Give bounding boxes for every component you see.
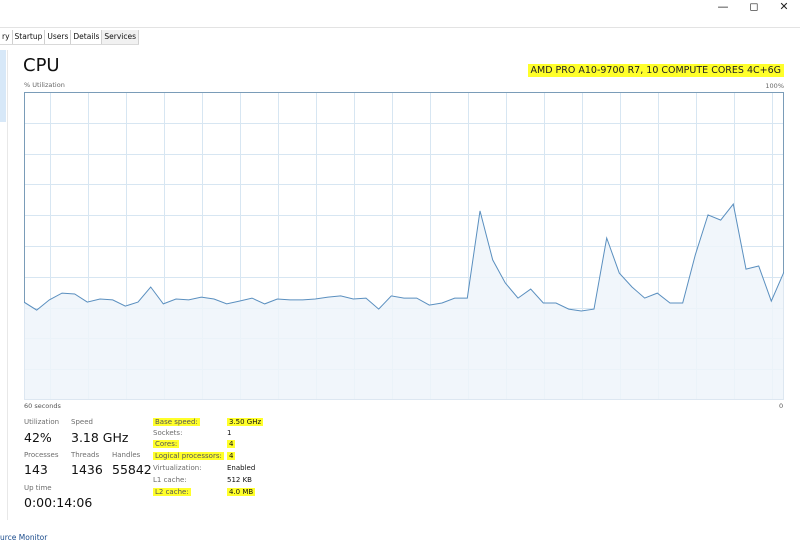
threads-value: 1436: [71, 462, 103, 477]
y-axis-max-label: 100%: [765, 82, 784, 90]
spec-value: 3.50 GHz: [227, 418, 264, 426]
processes-label: Processes: [24, 451, 59, 459]
spec-label: L2 cache:: [153, 488, 191, 496]
spec-value: 512 KB: [227, 476, 252, 484]
utilization-label: Utilization: [24, 418, 60, 426]
spec-value: Enabled: [227, 464, 256, 472]
handles-label: Handles: [112, 451, 141, 459]
spec-label: L1 cache:: [153, 476, 187, 484]
uptime-label: Up time: [24, 484, 52, 492]
speed-value: 3.18 GHz: [71, 430, 129, 445]
y-axis-label: % Utilization: [24, 81, 65, 89]
spec-value: 4: [227, 452, 236, 460]
sidebar-item-cpu-selected[interactable]: [0, 50, 6, 122]
processes-value: 143: [24, 462, 48, 477]
tab-startup[interactable]: Startup: [12, 30, 46, 44]
speed-label: Speed: [71, 418, 93, 426]
maximize-button[interactable]: ◻: [739, 0, 769, 18]
x-axis-label: 60 seconds: [24, 402, 61, 410]
spec-value: 1: [227, 429, 232, 437]
spec-value: 4: [227, 440, 236, 448]
cpu-utilization-chart: [24, 92, 784, 400]
title-bar: — ◻ ✕: [0, 0, 800, 28]
uptime-value: 0:00:14:06: [24, 495, 93, 510]
spec-label: Sockets:: [153, 429, 183, 437]
tab-strip: ry Startup Users Details Services: [0, 30, 140, 45]
utilization-value: 42%: [24, 430, 52, 445]
handles-value: 55842: [112, 462, 152, 477]
resource-monitor-link[interactable]: urce Monitor: [0, 533, 47, 542]
spec-label: Base speed:: [153, 418, 200, 426]
page-title: CPU: [23, 55, 60, 76]
x-axis-min-label: 0: [779, 402, 784, 410]
minimize-button[interactable]: —: [708, 0, 738, 18]
spec-label: Virtualization:: [153, 464, 202, 472]
tab-services[interactable]: Services: [102, 30, 140, 44]
close-button[interactable]: ✕: [769, 0, 799, 18]
cpu-model-name: AMD PRO A10-9700 R7, 10 COMPUTE CORES 4C…: [527, 64, 784, 77]
tab-app-history[interactable]: ry: [0, 30, 13, 44]
sidebar-divider: [7, 50, 8, 520]
tab-details[interactable]: Details: [71, 30, 103, 44]
spec-label: Logical processors:: [153, 452, 224, 460]
threads-label: Threads: [71, 451, 100, 459]
spec-value: 4.0 MB: [227, 488, 256, 496]
tab-users[interactable]: Users: [45, 30, 72, 44]
spec-label: Cores:: [153, 440, 180, 448]
